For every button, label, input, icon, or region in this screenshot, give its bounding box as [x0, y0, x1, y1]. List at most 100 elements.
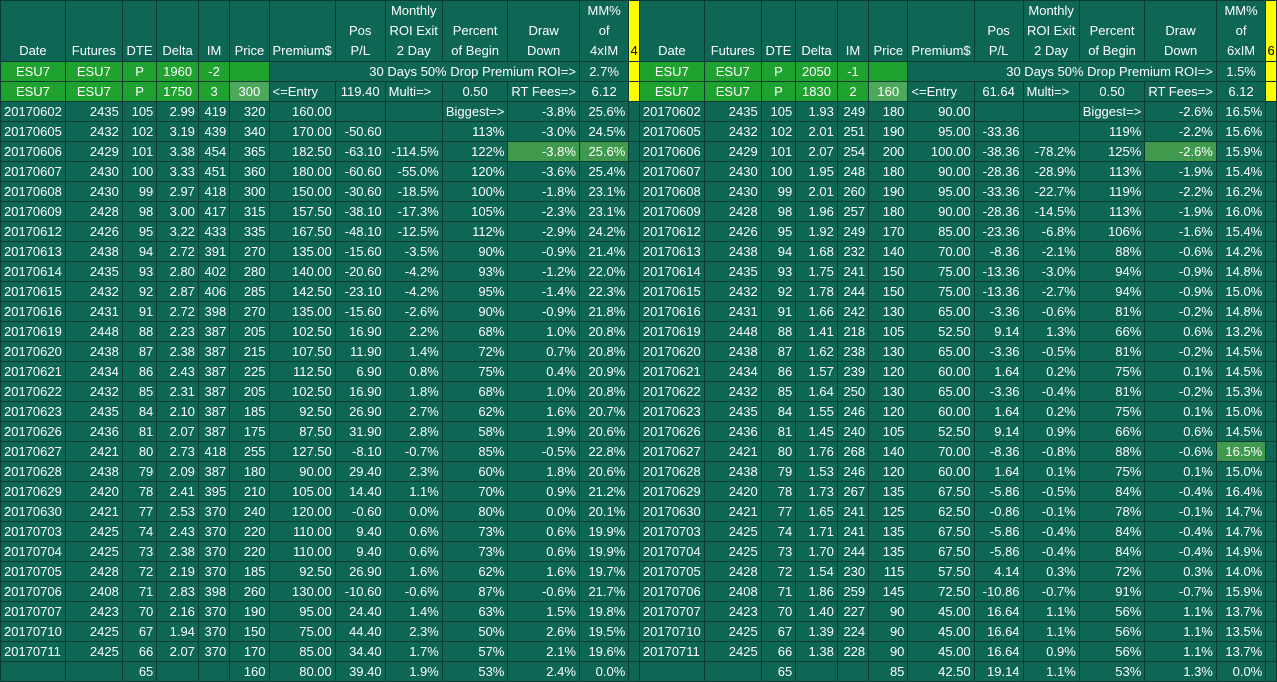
- cell-monthly-roi[interactable]: -0.7%: [384, 441, 443, 462]
- cell-im[interactable]: 398: [197, 581, 231, 602]
- cell-price[interactable]: 135: [868, 521, 909, 542]
- cell-premium[interactable]: 45.00: [907, 601, 975, 622]
- cell-dte[interactable]: 72: [760, 561, 797, 582]
- cell-mm-percent[interactable]: 13.7%: [1215, 601, 1267, 622]
- cell-percent-of-begin[interactable]: 84%: [1078, 541, 1146, 562]
- setup-dte[interactable]: P: [760, 81, 797, 102]
- cell-premium[interactable]: 67.50: [907, 541, 975, 562]
- cell-price[interactable]: 205: [229, 381, 270, 402]
- cell-draw-down[interactable]: -0.5%: [507, 441, 580, 462]
- column-header-futures[interactable]: Futures: [64, 0, 123, 62]
- cell-monthly-roi[interactable]: -0.4%: [1022, 381, 1080, 402]
- cell-dte[interactable]: 71: [760, 581, 797, 602]
- column-header-percent-of-begin[interactable]: Percent of Begin: [441, 0, 509, 62]
- cell-delta[interactable]: 2.72: [156, 241, 199, 262]
- cell-premium[interactable]: 110.00: [268, 541, 336, 562]
- cell-dte[interactable]: 93: [121, 261, 158, 282]
- cell-pos-pl[interactable]: 26.90: [334, 401, 386, 422]
- total-pos-pl[interactable]: 19.14: [973, 661, 1024, 682]
- cell-percent-of-begin[interactable]: 72%: [1078, 561, 1146, 582]
- setup-date[interactable]: ESU7: [0, 61, 66, 82]
- cell-pos-pl[interactable]: -15.60: [334, 241, 386, 262]
- cell-dte[interactable]: 73: [760, 541, 797, 562]
- cell-futures[interactable]: 2408: [703, 581, 762, 602]
- cell-mm-percent[interactable]: 16.5%: [1215, 441, 1267, 462]
- cell-date[interactable]: 20170615: [0, 281, 66, 302]
- setup-im[interactable]: 3: [197, 81, 231, 102]
- cell-pos-pl[interactable]: 31.90: [334, 421, 386, 442]
- cell-monthly-roi[interactable]: [1022, 101, 1080, 122]
- cell-im[interactable]: 268: [836, 441, 870, 462]
- cell-delta[interactable]: 2.01: [795, 181, 838, 202]
- cell-price[interactable]: 270: [229, 301, 270, 322]
- cell-draw-down[interactable]: -1.2%: [507, 261, 580, 282]
- cell-im[interactable]: 395: [197, 481, 231, 502]
- cell-futures[interactable]: 2423: [64, 601, 123, 622]
- cell-futures[interactable]: 2430: [703, 181, 762, 202]
- cell-price[interactable]: 365: [229, 141, 270, 162]
- cell-futures[interactable]: 2432: [64, 281, 123, 302]
- cell-dte[interactable]: 98: [760, 201, 797, 222]
- cell-mm-percent[interactable]: 15.4%: [1215, 161, 1267, 182]
- empty-cell[interactable]: [868, 61, 909, 82]
- cell-percent-of-begin[interactable]: 122%: [441, 141, 509, 162]
- cell-im[interactable]: 257: [836, 201, 870, 222]
- cell-monthly-roi[interactable]: 0.8%: [384, 361, 443, 382]
- cell-percent-of-begin[interactable]: 93%: [441, 261, 509, 282]
- cell-percent-of-begin[interactable]: 119%: [1078, 181, 1146, 202]
- cell-premium[interactable]: 65.00: [907, 301, 975, 322]
- cell-date[interactable]: 20170707: [638, 601, 705, 622]
- cell-premium[interactable]: 102.50: [268, 381, 336, 402]
- cell-monthly-roi[interactable]: 0.3%: [1022, 561, 1080, 582]
- cell-mm-percent[interactable]: 13.5%: [1215, 621, 1267, 642]
- marker-cell[interactable]: [628, 481, 640, 502]
- cell-monthly-roi[interactable]: 0.9%: [1022, 641, 1080, 662]
- cell-draw-down[interactable]: -1.6%: [1144, 221, 1217, 242]
- cell-futures[interactable]: 2420: [64, 481, 123, 502]
- total-draw-down[interactable]: 1.3%: [1144, 661, 1217, 682]
- marker-cell[interactable]: [628, 161, 640, 182]
- cell-date[interactable]: 20170627: [638, 441, 705, 462]
- cell-premium[interactable]: 157.50: [268, 201, 336, 222]
- cell-futures[interactable]: 2429: [703, 141, 762, 162]
- cell-date[interactable]: 20170612: [0, 221, 66, 242]
- cell-delta[interactable]: 2.99: [156, 101, 199, 122]
- cell-mm-percent[interactable]: 25.4%: [578, 161, 630, 182]
- cell-delta[interactable]: 1.78: [795, 281, 838, 302]
- total-mm-percent[interactable]: 0.0%: [578, 661, 630, 682]
- cell-delta[interactable]: 1.66: [795, 301, 838, 322]
- cell-draw-down[interactable]: 1.1%: [1144, 641, 1217, 662]
- cell-monthly-roi[interactable]: -0.5%: [1022, 341, 1080, 362]
- cell-monthly-roi[interactable]: 1.1%: [1022, 621, 1080, 642]
- cell-date[interactable]: 20170602: [638, 101, 705, 122]
- cell-im[interactable]: 387: [197, 461, 231, 482]
- cell-premium[interactable]: 85.00: [268, 641, 336, 662]
- cell-delta[interactable]: 2.38: [156, 541, 199, 562]
- cell-futures[interactable]: 2435: [64, 101, 123, 122]
- cell-delta[interactable]: 3.19: [156, 121, 199, 142]
- cell-premium[interactable]: 120.00: [268, 501, 336, 522]
- cell-pos-pl[interactable]: -33.36: [973, 121, 1024, 142]
- cell-percent-of-begin[interactable]: 73%: [441, 541, 509, 562]
- cell-percent-of-begin[interactable]: 50%: [441, 621, 509, 642]
- marker-cell[interactable]: [1265, 221, 1277, 242]
- cell-im[interactable]: 259: [836, 581, 870, 602]
- cell-percent-of-begin[interactable]: 66%: [1078, 321, 1146, 342]
- cell-premium[interactable]: 70.00: [907, 241, 975, 262]
- setup-price[interactable]: 300: [229, 81, 270, 102]
- cell-monthly-roi[interactable]: -22.7%: [1022, 181, 1080, 202]
- cell-futures[interactable]: 2438: [703, 341, 762, 362]
- cell-dte[interactable]: 98: [121, 201, 158, 222]
- marker-cell[interactable]: [628, 281, 640, 302]
- cell-percent-of-begin[interactable]: 105%: [441, 201, 509, 222]
- cell-date[interactable]: 20170705: [0, 561, 66, 582]
- cell-monthly-roi[interactable]: -0.7%: [1022, 581, 1080, 602]
- cell-mm-percent[interactable]: 20.8%: [578, 321, 630, 342]
- cell-monthly-roi[interactable]: -0.5%: [1022, 481, 1080, 502]
- cell-futures[interactable]: 2435: [64, 261, 123, 282]
- cell-mm-percent[interactable]: 25.6%: [578, 101, 630, 122]
- cell-im[interactable]: 267: [836, 481, 870, 502]
- cell-dte[interactable]: 67: [121, 621, 158, 642]
- cell-mm-percent[interactable]: 14.5%: [1215, 421, 1267, 442]
- spreadsheet-grid[interactable]: Date Futures DTE Delta IM Price Premium$ Pos P/…: [0, 0, 1277, 682]
